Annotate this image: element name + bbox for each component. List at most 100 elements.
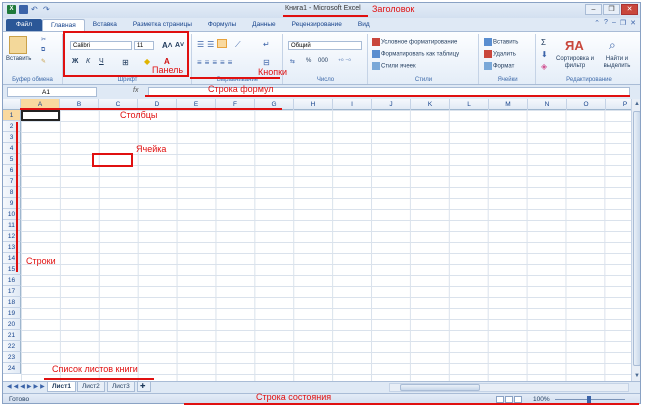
minimize-button[interactable]: –: [585, 4, 602, 15]
format-as-table-button[interactable]: Форматировать как таблицу: [372, 50, 459, 58]
row-header-24[interactable]: 24: [3, 363, 21, 374]
zoom-level[interactable]: 100%: [533, 396, 550, 403]
row-header-15[interactable]: 15: [3, 264, 21, 275]
column-header-m[interactable]: M: [489, 99, 528, 110]
thousands-button[interactable]: 000: [318, 58, 328, 64]
row-header-16[interactable]: 16: [3, 275, 21, 286]
column-header-l[interactable]: L: [450, 99, 489, 110]
currency-icon[interactable]: ⇆: [290, 58, 295, 65]
workbook-minimize-icon[interactable]: –: [612, 19, 616, 27]
column-header-i[interactable]: I: [333, 99, 372, 110]
horizontal-scrollbar[interactable]: [389, 383, 629, 392]
page-break-view-icon[interactable]: [514, 396, 522, 403]
new-sheet-icon[interactable]: ✚: [137, 382, 151, 392]
row-header-9[interactable]: 9: [3, 198, 21, 209]
row-header-18[interactable]: 18: [3, 297, 21, 308]
orientation-icon[interactable]: ⟋: [235, 40, 241, 50]
merge-cells-icon[interactable]: ⊟: [263, 58, 270, 67]
cell-styles-button[interactable]: Стили ячеек: [372, 62, 416, 70]
undo-icon[interactable]: ↶: [31, 5, 40, 14]
name-box[interactable]: A1: [7, 87, 97, 97]
row-header-19[interactable]: 19: [3, 308, 21, 319]
sheet-tab-1[interactable]: Лист1: [47, 382, 76, 392]
row-header-8[interactable]: 8: [3, 187, 21, 198]
excel-app-icon[interactable]: X: [7, 5, 16, 14]
delete-cells-button[interactable]: Удалить: [484, 50, 516, 58]
tab-insert[interactable]: Вставка: [85, 19, 125, 31]
active-cell-a1[interactable]: [21, 110, 60, 121]
find-select-icon[interactable]: ⌕: [609, 38, 616, 53]
save-icon[interactable]: [19, 5, 28, 14]
column-header-n[interactable]: N: [528, 99, 567, 110]
sheet-tab-2[interactable]: Лист2: [77, 382, 105, 392]
sort-filter-button[interactable]: Сортировка и фильтр: [555, 56, 595, 70]
row-header-5[interactable]: 5: [3, 154, 21, 165]
column-header-h[interactable]: H: [294, 99, 333, 110]
align-middle-icon[interactable]: [217, 39, 227, 48]
sheet-nav-icons[interactable]: ◀◀◀▶▶▶: [7, 383, 47, 390]
wrap-text-icon[interactable]: ↵: [263, 40, 270, 49]
copy-icon[interactable]: ⧉: [41, 47, 45, 54]
horizontal-scroll-thumb[interactable]: [400, 384, 480, 391]
redo-icon[interactable]: ↷: [43, 5, 52, 14]
fill-icon[interactable]: ⬇: [541, 50, 548, 59]
row-header-7[interactable]: 7: [3, 176, 21, 187]
tab-page-layout[interactable]: Разметка страницы: [125, 19, 200, 31]
minimize-ribbon-icon[interactable]: ⌃: [594, 19, 600, 27]
tab-view[interactable]: Вид: [350, 19, 378, 31]
autosum-button[interactable]: Σ: [541, 38, 546, 47]
tab-formulas[interactable]: Формулы: [200, 19, 244, 31]
percent-button[interactable]: %: [306, 58, 311, 64]
row-header-13[interactable]: 13: [3, 242, 21, 253]
row-header-6[interactable]: 6: [3, 165, 21, 176]
vertical-align-icons[interactable]: ☰☰: [197, 40, 217, 49]
decimal-icons[interactable]: ⁺⁰ ⁻⁰: [338, 58, 351, 65]
paste-button[interactable]: Вставить: [6, 56, 31, 62]
scroll-down-icon[interactable]: ▼: [632, 371, 640, 381]
vertical-scrollbar[interactable]: ▲ ▼: [631, 99, 640, 381]
number-format-combo[interactable]: Общий: [288, 41, 362, 50]
row-header-3[interactable]: 3: [3, 132, 21, 143]
row-header-23[interactable]: 23: [3, 352, 21, 363]
row-header-17[interactable]: 17: [3, 286, 21, 297]
find-select-button[interactable]: Найти и выделить: [597, 56, 637, 70]
column-header-p[interactable]: P: [606, 99, 631, 110]
row-header-10[interactable]: 10: [3, 209, 21, 220]
zoom-slider-knob[interactable]: [587, 396, 591, 403]
clear-icon[interactable]: ◈: [541, 62, 547, 71]
close-button[interactable]: ✕: [621, 4, 638, 15]
tab-home[interactable]: Главная: [41, 19, 85, 31]
vertical-scroll-thumb[interactable]: [633, 111, 640, 366]
insert-function-button[interactable]: fx: [133, 87, 138, 94]
workbook-close-icon[interactable]: ✕: [630, 19, 636, 27]
zoom-slider[interactable]: [555, 396, 625, 403]
maximize-button[interactable]: ❐: [603, 4, 620, 15]
horizontal-align-icons[interactable]: ≡≡≡≡≡: [197, 58, 235, 67]
row-header-4[interactable]: 4: [3, 143, 21, 154]
tab-review[interactable]: Рецензирование: [284, 19, 350, 31]
page-layout-view-icon[interactable]: [505, 396, 513, 403]
sort-filter-icon[interactable]: ЯА: [565, 38, 584, 53]
worksheet-grid[interactable]: ABCDEFGHIJKLMNOPQ 1234567891011121314151…: [3, 99, 631, 381]
format-painter-icon[interactable]: ✎: [41, 58, 46, 65]
row-header-11[interactable]: 11: [3, 220, 21, 231]
row-header-12[interactable]: 12: [3, 231, 21, 242]
tab-data[interactable]: Данные: [244, 19, 283, 31]
column-header-k[interactable]: K: [411, 99, 450, 110]
normal-view-icon[interactable]: [496, 396, 504, 403]
scroll-up-icon[interactable]: ▲: [632, 99, 640, 109]
row-header-14[interactable]: 14: [3, 253, 21, 264]
workbook-restore-icon[interactable]: ❐: [620, 19, 626, 27]
format-cells-button[interactable]: Формат: [484, 62, 514, 70]
row-header-1[interactable]: 1: [3, 110, 21, 121]
conditional-format-button[interactable]: Условное форматирование: [372, 38, 457, 46]
cell-area[interactable]: [21, 110, 631, 381]
row-header-21[interactable]: 21: [3, 330, 21, 341]
row-header-20[interactable]: 20: [3, 319, 21, 330]
help-icon[interactable]: ?: [604, 19, 608, 27]
sheet-tab-3[interactable]: Лист3: [107, 382, 135, 392]
insert-cells-button[interactable]: Вставить: [484, 38, 518, 46]
tab-file[interactable]: Файл: [6, 19, 42, 31]
column-header-j[interactable]: J: [372, 99, 411, 110]
row-header-2[interactable]: 2: [3, 121, 21, 132]
